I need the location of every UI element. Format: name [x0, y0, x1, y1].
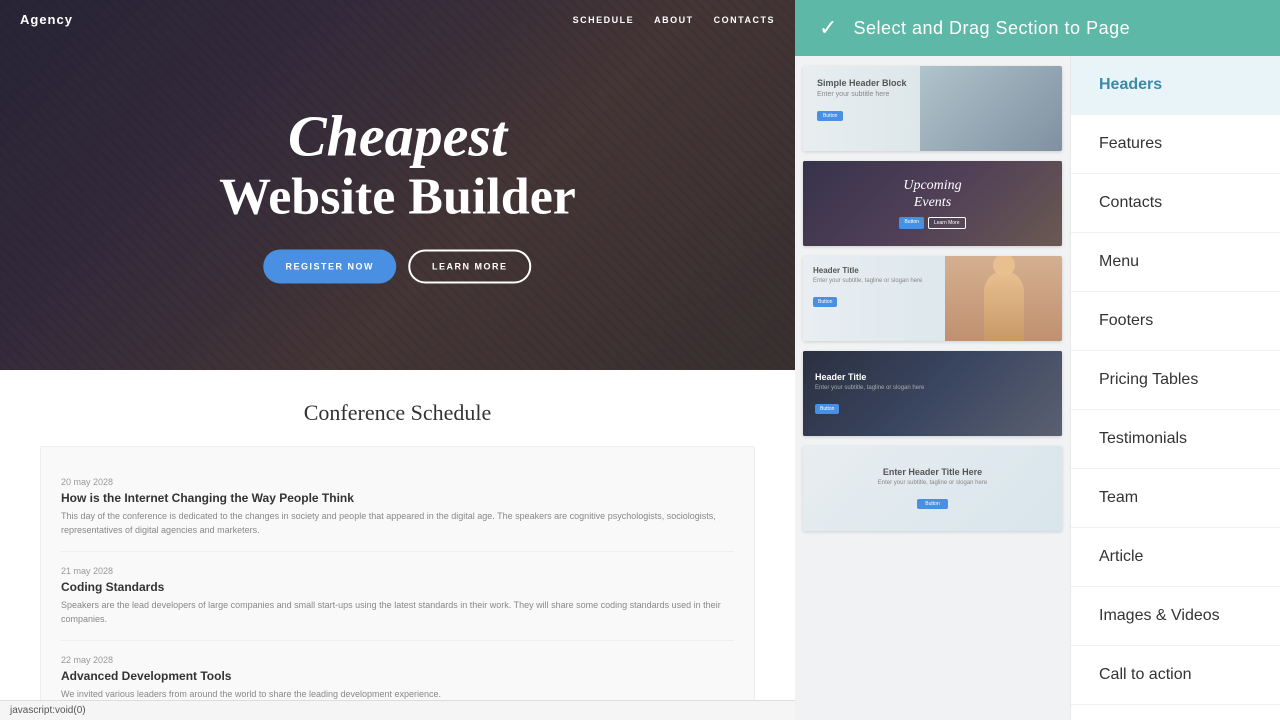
thumb2-title: Upcoming Events	[899, 178, 965, 212]
thumb4-btn: Button	[815, 404, 839, 414]
conference-card: 20 may 2028 How is the Internet Changing…	[40, 446, 755, 720]
nav-item-footers[interactable]: Footers	[1071, 292, 1280, 351]
thumb5-content: Enter Header Title Here Enter your subti…	[868, 457, 997, 520]
preview-area: Agency SCHEDULE ABOUT CONTACTS Cheapest …	[0, 0, 795, 720]
thumb2-btn1: Button	[899, 217, 923, 229]
hero-navigation: Agency SCHEDULE ABOUT CONTACTS	[0, 0, 795, 39]
nav-about[interactable]: ABOUT	[654, 15, 694, 25]
event-date-3: 22 may 2028	[61, 655, 734, 665]
event-title-3: Advanced Development Tools	[61, 669, 734, 683]
panel-header-title: Select and Drag Section to Page	[853, 18, 1130, 39]
hero-section: Agency SCHEDULE ABOUT CONTACTS Cheapest …	[0, 0, 795, 370]
thumb-img-2: Upcoming Events Button Learn More	[803, 161, 1062, 246]
thumb5-title: Enter Header Title Here	[878, 467, 987, 477]
nav-item-headers[interactable]: Headers	[1071, 56, 1280, 115]
event-item-1: 20 may 2028 How is the Internet Changing…	[61, 463, 734, 552]
thumb1-image	[920, 66, 1062, 151]
thumb-img-5: Enter Header Title Here Enter your subti…	[803, 446, 1062, 531]
thumb4-sub: Enter your subtitle, tagline or slogan h…	[815, 385, 924, 391]
thumb5-sub: Enter your subtitle, tagline or slogan h…	[878, 480, 987, 486]
nav-links: SCHEDULE ABOUT CONTACTS	[573, 15, 775, 25]
event-desc-1: This day of the conference is dedicated …	[61, 510, 734, 537]
thumb3-title: Header Title	[813, 266, 961, 275]
hero-title-normal: Website Builder	[40, 168, 756, 225]
thumb1-btn: Button	[817, 111, 843, 121]
thumb4-title: Header Title	[815, 372, 924, 382]
hero-content: Cheapest Website Builder REGISTER NOW LE…	[40, 104, 756, 283]
thumb3-btn: Button	[813, 297, 837, 307]
nav-item-testimonials[interactable]: Testimonials	[1071, 410, 1280, 469]
section-panel: ✓ Select and Drag Section to Page Simple…	[795, 0, 1280, 720]
nav-item-features[interactable]: Features	[1071, 115, 1280, 174]
thumbnail-3[interactable]: Header Title Enter your subtitle, taglin…	[803, 256, 1062, 341]
hero-buttons: REGISTER NOW LEARN MORE	[40, 249, 756, 283]
nav-item-team[interactable]: Team	[1071, 469, 1280, 528]
panel-content: Simple Header Block Enter your subtitle …	[795, 56, 1280, 720]
thumbnail-1[interactable]: Simple Header Block Enter your subtitle …	[803, 66, 1062, 151]
nav-item-images-videos[interactable]: Images & Videos	[1071, 587, 1280, 646]
conference-title: Conference Schedule	[20, 400, 775, 426]
hero-title-italic: Cheapest	[40, 104, 756, 168]
thumb-img-4: Header Title Enter your subtitle, taglin…	[803, 351, 1062, 436]
website-frame: Agency SCHEDULE ABOUT CONTACTS Cheapest …	[0, 0, 795, 720]
site-logo: Agency	[20, 12, 73, 27]
sections-nav: Headers Features Contacts Menu Footers P…	[1070, 56, 1280, 720]
register-button[interactable]: REGISTER NOW	[263, 249, 396, 283]
thumb-img-1: Simple Header Block Enter your subtitle …	[803, 66, 1062, 151]
nav-item-article[interactable]: Article	[1071, 528, 1280, 587]
nav-schedule[interactable]: SCHEDULE	[573, 15, 635, 25]
nav-item-contacts[interactable]: Contacts	[1071, 174, 1280, 233]
event-desc-2: Speakers are the lead developers of larg…	[61, 599, 734, 626]
event-date-1: 20 may 2028	[61, 477, 734, 487]
event-title-1: How is the Internet Changing the Way Peo…	[61, 491, 734, 505]
thumbnail-4[interactable]: Header Title Enter your subtitle, taglin…	[803, 351, 1062, 436]
thumb-img-3: Header Title Enter your subtitle, taglin…	[803, 256, 1062, 341]
panel-header: ✓ Select and Drag Section to Page	[795, 0, 1280, 56]
thumb2-text: Upcoming Events Button Learn More	[899, 178, 965, 230]
thumb3-person	[945, 256, 1062, 341]
thumbnail-5[interactable]: Enter Header Title Here Enter your subti…	[803, 446, 1062, 531]
thumb3-sub: Enter your subtitle, tagline or slogan h…	[813, 278, 961, 284]
nav-item-call-to-action[interactable]: Call to action	[1071, 646, 1280, 705]
thumb2-btn2: Learn More	[928, 217, 966, 229]
event-date-2: 21 may 2028	[61, 566, 734, 576]
thumbnails-column[interactable]: Simple Header Block Enter your subtitle …	[795, 56, 1070, 720]
thumbnail-2[interactable]: Upcoming Events Button Learn More	[803, 161, 1062, 246]
conference-section: Conference Schedule 20 may 2028 How is t…	[0, 370, 795, 720]
nav-contacts[interactable]: CONTACTS	[714, 15, 775, 25]
url-bar: javascript:void(0)	[0, 700, 795, 720]
thumb2-btns: Button Learn More	[899, 217, 965, 229]
nav-item-pricing-tables[interactable]: Pricing Tables	[1071, 351, 1280, 410]
learn-more-button[interactable]: LEARN MORE	[408, 249, 532, 283]
event-title-2: Coding Standards	[61, 580, 734, 594]
thumb4-content: Header Title Enter your subtitle, taglin…	[803, 362, 936, 425]
thumb5-btn: Button	[917, 499, 947, 509]
check-icon: ✓	[819, 15, 837, 41]
thumb1-content: Simple Header Block Enter your subtitle …	[803, 66, 1062, 151]
event-item-2: 21 may 2028 Coding Standards Speakers ar…	[61, 552, 734, 641]
nav-item-menu[interactable]: Menu	[1071, 233, 1280, 292]
url-text: javascript:void(0)	[10, 705, 86, 716]
